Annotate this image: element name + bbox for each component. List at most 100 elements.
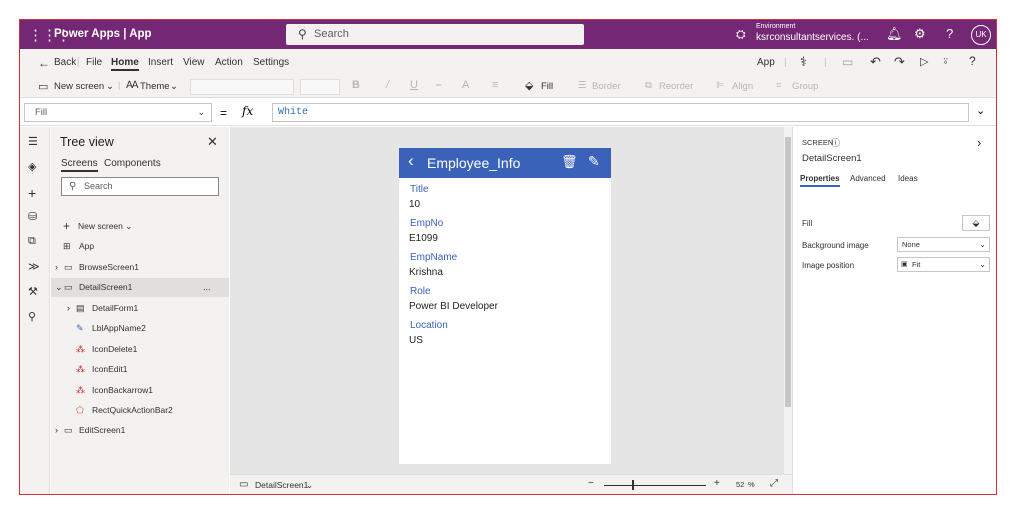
pencil-icon[interactable]: ✎ xyxy=(588,153,600,170)
status-bar: ▭ DetailScreen1 ⌄ − + 52 % ⤢ xyxy=(230,474,792,494)
power-automate-icon[interactable]: ≫ xyxy=(28,260,40,273)
canvas-scrollbar[interactable] xyxy=(784,127,792,474)
undo-icon[interactable]: ↶ xyxy=(870,54,881,70)
back-arrow-icon[interactable]: ← xyxy=(38,56,50,70)
zoom-in-button[interactable]: + xyxy=(714,478,720,489)
data-icon[interactable]: ⛁ xyxy=(28,210,37,223)
share-icon[interactable]: ⍤ xyxy=(942,54,949,69)
help-icon[interactable]: ? xyxy=(969,54,976,68)
underline-icon[interactable]: U xyxy=(410,79,418,91)
chevron-right-icon: › xyxy=(67,303,70,313)
screen-title[interactable]: Employee_Info xyxy=(427,155,520,171)
menu-settings[interactable]: Settings xyxy=(253,57,289,68)
tree-item-browsescreen1[interactable]: › ▭ BrowseScreen1 xyxy=(51,258,229,277)
tree-item-editscreen1[interactable]: › ▭ EditScreen1 xyxy=(51,421,229,440)
close-icon[interactable]: ✕ xyxy=(207,134,218,150)
app-checker-label[interactable]: App xyxy=(757,57,775,68)
tree-item-detailform1[interactable]: › ▤ DetailForm1 xyxy=(51,299,229,318)
back-button[interactable]: Back xyxy=(54,57,76,68)
chevron-right-icon[interactable]: › xyxy=(977,135,981,150)
environment-icon[interactable]: ⛭ xyxy=(736,27,746,42)
text-align-icon[interactable]: ≡ xyxy=(492,79,498,91)
search-icon[interactable]: ⚲ xyxy=(28,310,36,323)
app-screen-preview[interactable]: ‹ Employee_Info 🗑︎ ✎ Title 10 EmpNo E109… xyxy=(399,148,611,464)
italic-icon[interactable]: / xyxy=(386,79,389,91)
font-dropdown[interactable] xyxy=(190,79,294,95)
tab-ideas[interactable]: Ideas xyxy=(898,174,918,183)
hamburger-icon[interactable]: ☰ xyxy=(28,135,38,148)
bold-icon[interactable]: B xyxy=(352,79,360,91)
tree-item-lblappname2[interactable]: ✎ LblAppName2 xyxy=(51,319,229,338)
tab-screens[interactable]: Screens xyxy=(61,158,98,172)
avatar[interactable]: UK xyxy=(971,25,991,45)
tree-item-icondelete1[interactable]: ⁂ IconDelete1 xyxy=(51,340,229,359)
tab-components[interactable]: Components xyxy=(104,158,161,169)
insert-plus-icon[interactable]: + xyxy=(28,185,36,201)
screen-header-bar[interactable]: ‹ Employee_Info 🗑︎ ✎ xyxy=(399,148,611,178)
tree-item-label: DetailForm1 xyxy=(92,303,139,313)
new-screen-button[interactable]: New screen xyxy=(54,81,104,92)
tree-item-app[interactable]: ⊞ App xyxy=(51,237,229,256)
back-arrow-icon[interactable]: ‹ xyxy=(408,151,414,171)
redo-icon[interactable]: ↷ xyxy=(894,54,905,70)
align-button[interactable]: Align xyxy=(732,81,753,92)
tree-search-input[interactable]: ⚲ Search xyxy=(61,177,219,196)
tab-properties[interactable]: Properties xyxy=(800,174,840,187)
zoom-unit: % xyxy=(748,480,755,489)
screen-icon: ▭ xyxy=(64,425,73,435)
font-size-dropdown[interactable] xyxy=(300,79,340,95)
fill-color-picker[interactable]: ⬙ xyxy=(962,215,990,231)
tree-item-rectquickactionbar2[interactable]: ⬠ RectQuickActionBar2 xyxy=(51,401,229,420)
stethoscope-icon[interactable]: ⚕ xyxy=(800,54,807,70)
zoom-slider-thumb[interactable] xyxy=(632,480,634,490)
zoom-out-button[interactable]: − xyxy=(588,478,594,489)
zoom-level: 52 xyxy=(736,480,745,489)
gear-icon[interactable]: ⚙ xyxy=(914,26,926,42)
help-icon[interactable]: ? xyxy=(946,26,953,41)
control-name[interactable]: DetailScreen1 xyxy=(802,153,862,164)
menu-view[interactable]: View xyxy=(183,57,205,68)
chevron-right-icon: › xyxy=(55,425,58,435)
background-image-dropdown[interactable]: None ⌄ xyxy=(897,237,990,252)
fx-icon[interactable]: fx xyxy=(242,104,253,118)
chevron-down-icon: ⌄ xyxy=(197,107,205,117)
tree-item-detailscreen1[interactable]: ⌄ ▭ DetailScreen1 ... xyxy=(51,278,229,297)
fill-button[interactable]: Fill xyxy=(541,81,553,92)
trash-icon[interactable]: 🗑︎ xyxy=(561,154,578,170)
environment-value[interactable]: ksrconsultantservices. (... xyxy=(756,32,869,43)
app-window: ⋮⋮⋮ Power Apps | App ⚲ Search ⛭ Environm… xyxy=(19,19,997,495)
strikethrough-icon[interactable]: ⎯ xyxy=(436,79,442,92)
play-icon[interactable]: ▷ xyxy=(920,55,928,68)
group-button[interactable]: Group xyxy=(792,81,818,92)
theme-button[interactable]: Theme xyxy=(140,81,170,92)
menu-file[interactable]: File xyxy=(86,57,102,68)
more-options-icon[interactable]: ... xyxy=(203,278,211,297)
global-search-input[interactable]: ⚲ Search xyxy=(286,24,584,45)
layers-icon[interactable]: ◈ xyxy=(28,160,36,173)
tree-item-iconbackarrow1[interactable]: ⁂ IconBackarrow1 xyxy=(51,381,229,400)
comment-icon[interactable]: ▭ xyxy=(842,55,853,69)
bell-icon[interactable]: 🔔︎ xyxy=(886,26,903,42)
tab-advanced[interactable]: Advanced xyxy=(850,174,886,183)
chevron-down-icon[interactable]: ⌄ xyxy=(976,104,985,117)
scrollbar-thumb[interactable] xyxy=(785,137,791,407)
menu-insert[interactable]: Insert xyxy=(148,57,173,68)
info-icon[interactable]: ⓘ xyxy=(831,136,840,149)
new-screen-button[interactable]: + New screen ⌄ xyxy=(51,217,229,236)
menu-action[interactable]: Action xyxy=(215,57,243,68)
font-color-icon[interactable]: A xyxy=(462,79,469,91)
reorder-button[interactable]: Reorder xyxy=(659,81,693,92)
divider: | xyxy=(824,57,827,68)
zoom-slider[interactable] xyxy=(604,485,706,486)
tree-item-iconedit1[interactable]: ⁂ IconEdit1 xyxy=(51,360,229,379)
property-dropdown[interactable]: Fill ⌄ xyxy=(24,103,212,122)
media-icon[interactable]: ⧉ xyxy=(28,235,36,248)
group-icon: ⌗ xyxy=(776,80,782,91)
menu-home[interactable]: Home xyxy=(111,57,139,71)
formula-input[interactable]: White xyxy=(272,103,969,122)
fit-to-window-icon[interactable]: ⤢ xyxy=(770,478,778,489)
border-button[interactable]: Border xyxy=(592,81,621,92)
current-screen-selector[interactable]: DetailScreen1 xyxy=(255,480,308,490)
advanced-tools-icon[interactable]: ⚒ xyxy=(28,285,38,298)
image-position-dropdown[interactable]: ▣ Fit ⌄ xyxy=(897,257,990,272)
